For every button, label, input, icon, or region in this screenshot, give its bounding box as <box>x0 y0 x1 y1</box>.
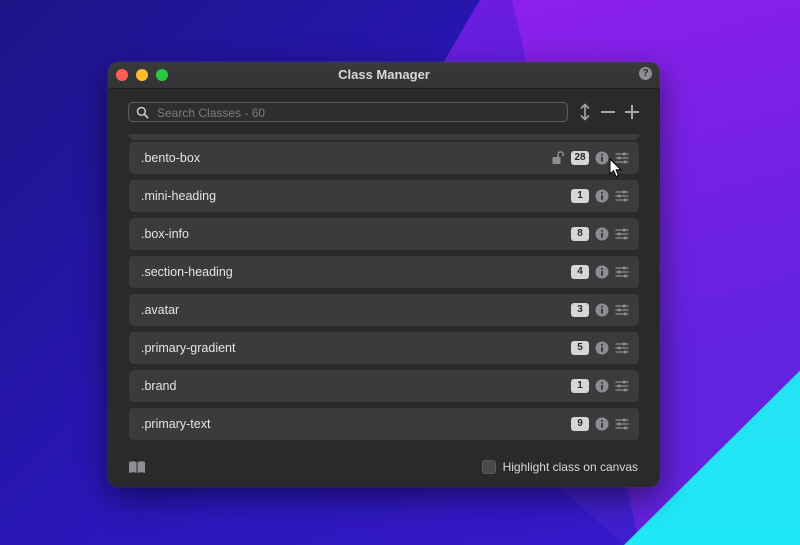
class-row-actions: 1 <box>571 180 629 212</box>
usage-count-badge: 9 <box>571 417 589 431</box>
info-icon[interactable] <box>595 227 609 241</box>
settings-sliders-icon[interactable] <box>615 303 629 317</box>
settings-sliders-icon[interactable] <box>615 227 629 241</box>
plus-icon[interactable] <box>622 102 642 122</box>
list-item-partial <box>129 134 639 140</box>
settings-sliders-icon[interactable] <box>615 379 629 393</box>
class-name: .avatar <box>141 303 180 317</box>
class-row[interactable]: .mini-heading 1 <box>129 180 639 212</box>
class-list[interactable]: .bento-box 28 .mini-heading 1 .box-info 8 .sec… <box>129 134 639 452</box>
class-row[interactable]: .brand 1 <box>129 370 639 402</box>
book-icon[interactable] <box>128 460 146 474</box>
class-manager-window: Class Manager ? .bento-box 28 .mini-headin… <box>108 62 660 487</box>
title-bar[interactable]: Class Manager ? <box>108 62 660 89</box>
class-name: .bento-box <box>141 151 201 165</box>
class-row-actions: 4 <box>571 256 629 288</box>
class-name: .primary-gradient <box>141 341 236 355</box>
unlock-icon[interactable] <box>551 151 565 165</box>
search-icon <box>136 106 149 119</box>
class-row[interactable]: .primary-gradient 5 <box>129 332 639 364</box>
highlight-toggle-row[interactable]: Highlight class on canvas <box>481 460 638 474</box>
usage-count-badge: 1 <box>571 189 589 203</box>
usage-count-badge: 3 <box>571 303 589 317</box>
footer: Highlight class on canvas <box>108 449 660 487</box>
info-icon[interactable] <box>595 417 609 431</box>
window-title: Class Manager <box>338 67 430 82</box>
highlight-label: Highlight class on canvas <box>502 460 638 474</box>
settings-sliders-icon[interactable] <box>615 417 629 431</box>
sort-arrows-icon[interactable] <box>576 102 594 122</box>
class-row[interactable]: .avatar 3 <box>129 294 639 326</box>
usage-count-badge: 28 <box>571 151 589 165</box>
class-name: .brand <box>141 379 177 393</box>
info-icon[interactable] <box>595 189 609 203</box>
class-name: .mini-heading <box>141 189 217 203</box>
usage-count-badge: 5 <box>571 341 589 355</box>
settings-sliders-icon[interactable] <box>615 265 629 279</box>
class-name: .section-heading <box>141 265 233 279</box>
class-name: .primary-text <box>141 417 211 431</box>
search-box[interactable] <box>128 102 568 122</box>
info-icon[interactable] <box>595 379 609 393</box>
minus-icon[interactable] <box>598 102 618 122</box>
class-row-actions: 1 <box>571 370 629 402</box>
settings-sliders-icon[interactable] <box>615 341 629 355</box>
class-row[interactable]: .box-info 8 <box>129 218 639 250</box>
info-icon[interactable] <box>595 265 609 279</box>
info-icon[interactable] <box>595 341 609 355</box>
mouse-cursor-icon <box>609 158 623 178</box>
class-row[interactable]: .primary-text 9 <box>129 408 639 440</box>
class-row[interactable]: .section-heading 4 <box>129 256 639 288</box>
search-input[interactable] <box>155 104 559 122</box>
class-row-actions: 5 <box>571 332 629 364</box>
info-icon[interactable] <box>595 303 609 317</box>
info-icon[interactable] <box>595 151 609 165</box>
help-icon[interactable]: ? <box>639 67 652 80</box>
class-row-actions: 8 <box>571 218 629 250</box>
usage-count-badge: 4 <box>571 265 589 279</box>
class-row[interactable]: .bento-box 28 <box>129 142 639 174</box>
class-name: .box-info <box>141 227 189 241</box>
usage-count-badge: 1 <box>571 379 589 393</box>
class-row-actions: 3 <box>571 294 629 326</box>
class-row-actions: 9 <box>571 408 629 440</box>
highlight-checkbox[interactable] <box>481 460 496 474</box>
toolbar <box>128 102 648 124</box>
usage-count-badge: 8 <box>571 227 589 241</box>
settings-sliders-icon[interactable] <box>615 189 629 203</box>
